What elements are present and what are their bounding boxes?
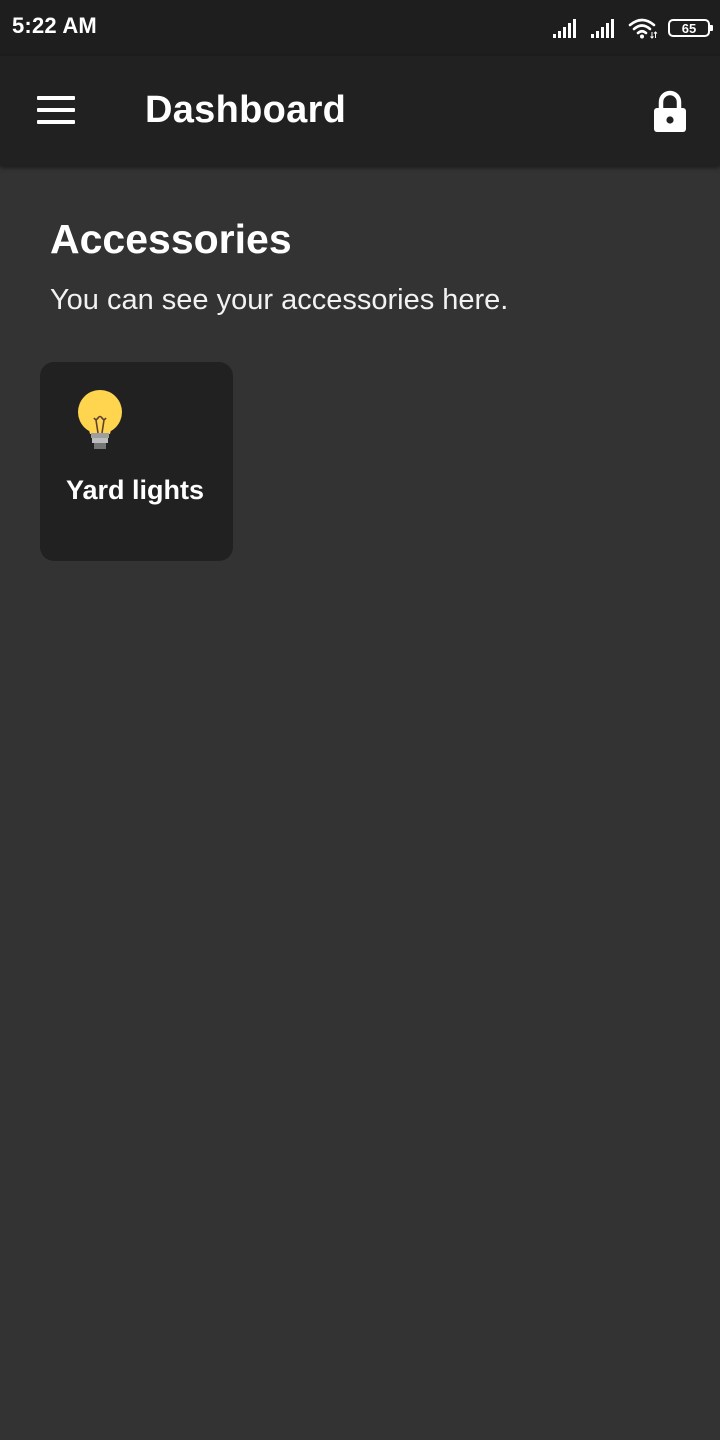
lock-icon	[654, 90, 686, 132]
page-title: Dashboard	[145, 89, 347, 131]
status-time: 5:22 AM	[12, 13, 97, 38]
wifi-icon	[628, 18, 658, 39]
menu-icon	[37, 96, 75, 124]
menu-button[interactable]	[22, 82, 90, 138]
status-bar: 5:22 AM 65	[0, 0, 720, 56]
accessory-card[interactable]: Yard lights	[40, 362, 233, 561]
lock-button[interactable]	[640, 82, 700, 142]
signal-icon	[591, 19, 614, 38]
section-title: Accessories	[50, 216, 292, 262]
signal-icon	[553, 19, 576, 38]
app-bar: Dashboard	[0, 56, 720, 166]
battery-icon: 65	[668, 19, 713, 37]
accessory-name: Yard lights	[66, 475, 205, 505]
light-bulb-icon	[78, 390, 122, 449]
section-subtitle: You can see your accessories here.	[50, 284, 509, 316]
status-icons: 65	[542, 14, 713, 42]
battery-level: 65	[681, 20, 697, 36]
